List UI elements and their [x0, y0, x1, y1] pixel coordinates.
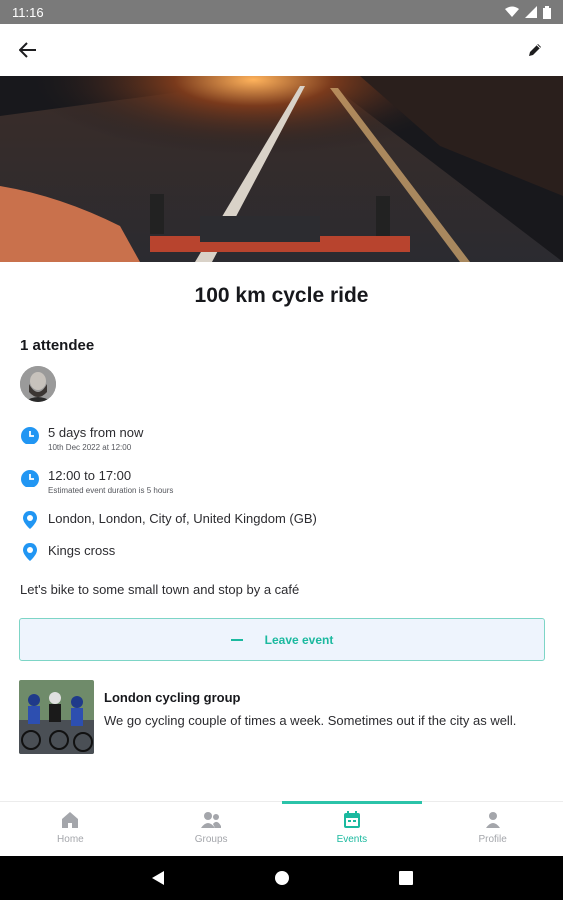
- triangle-back-icon: [151, 871, 164, 885]
- nav-label-groups: Groups: [194, 834, 228, 845]
- minus-icon: [230, 638, 243, 641]
- app-bar: [0, 24, 563, 76]
- square-recents-icon: [398, 871, 413, 885]
- location-pin-icon: [23, 511, 37, 529]
- group-info: London cycling group We go cycling coupl…: [104, 680, 534, 756]
- edit-button[interactable]: [521, 36, 549, 64]
- event-date-relative: 5 days from now: [48, 425, 144, 440]
- profile-icon: [485, 812, 500, 828]
- status-icons: [505, 5, 551, 19]
- event-venue-row: Kings cross: [20, 542, 115, 562]
- event-duration-note: Estimated event duration is 5 hours: [48, 486, 174, 495]
- event-time-row: 12:00 to 17:00 Estimated event duration …: [20, 467, 173, 496]
- nav-item-events[interactable]: Events: [281, 801, 423, 856]
- signal-icon: [525, 6, 537, 18]
- bottom-navigation: Home Groups Events Profile: [0, 801, 563, 856]
- system-recents-button[interactable]: [396, 868, 416, 888]
- circle-home-icon: [274, 871, 289, 885]
- group-thumbnail: [19, 680, 94, 754]
- status-bar: 11:16: [0, 0, 563, 24]
- system-navigation-bar: [0, 856, 563, 900]
- nav-item-profile[interactable]: Profile: [422, 802, 563, 856]
- nav-item-home[interactable]: Home: [0, 802, 141, 856]
- clock-icon: [21, 470, 39, 487]
- back-button[interactable]: [14, 36, 42, 64]
- system-home-button[interactable]: [272, 868, 292, 888]
- calendar-icon: [343, 811, 360, 828]
- battery-icon: [543, 5, 551, 19]
- group-card[interactable]: London cycling group We go cycling coupl…: [19, 680, 545, 756]
- status-time: 11:16: [12, 4, 44, 20]
- pencil-icon: [529, 44, 541, 56]
- group-name: London cycling group: [104, 690, 241, 705]
- leave-event-label: Leave event: [264, 632, 334, 647]
- system-back-button[interactable]: [148, 868, 168, 888]
- event-date-row: 5 days from now 10th Dec 2022 at 12:00: [20, 424, 143, 453]
- event-date-absolute: 10th Dec 2022 at 12:00: [48, 443, 132, 452]
- event-time-range: 12:00 to 17:00: [48, 468, 132, 483]
- event-location: London, London, City of, United Kingdom …: [48, 511, 317, 526]
- event-cover-image: [0, 76, 563, 262]
- event-location-row: London, London, City of, United Kingdom …: [20, 510, 317, 530]
- clock-icon: [21, 427, 39, 444]
- attendee-count: 1 attendee: [20, 337, 95, 354]
- attendee-avatar[interactable]: [20, 366, 56, 402]
- nav-label-events: Events: [336, 834, 368, 845]
- group-description: We go cycling couple of times a week. So…: [104, 713, 517, 728]
- arrow-back-icon: [19, 42, 36, 58]
- nav-label-profile: Profile: [478, 834, 507, 845]
- home-icon: [62, 812, 79, 828]
- location-pin-icon: [23, 543, 37, 561]
- nav-item-groups[interactable]: Groups: [141, 802, 282, 856]
- wifi-icon: [505, 6, 519, 17]
- event-description: Let's bike to some small town and stop b…: [20, 582, 300, 597]
- event-title: 100 km cycle ride: [194, 284, 369, 307]
- event-venue: Kings cross: [48, 543, 116, 558]
- nav-label-home: Home: [57, 834, 84, 845]
- leave-event-button[interactable]: Leave event: [19, 618, 545, 661]
- groups-icon: [201, 812, 222, 828]
